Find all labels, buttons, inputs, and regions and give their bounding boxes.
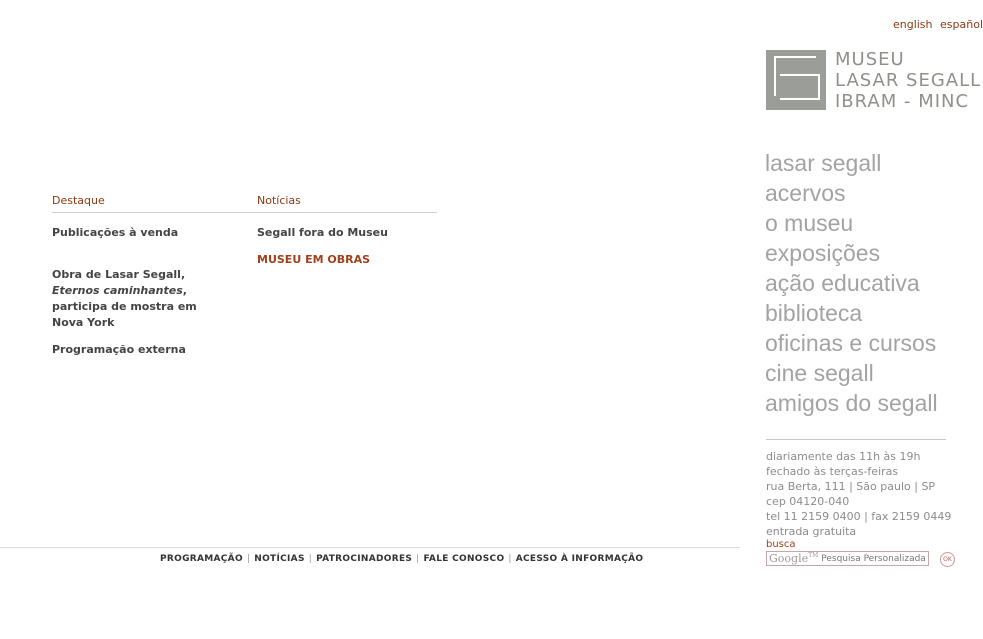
noticias-item-museu-em-obras[interactable]: MUSEU EM OBRAS [257,252,437,268]
noticias-item-segall-fora[interactable]: Segall fora do Museu [257,225,437,241]
info-closed: fechado às terças-feiras [766,465,899,478]
logo-text: MUSEU LASAR SEGALL IBRAM - MINC [835,49,981,112]
language-switcher: english español [889,18,983,31]
nav-item-exposicoes[interactable]: exposições [765,238,938,268]
footer-link-noticias[interactable]: NOTÍCIAS [254,554,304,564]
lang-english-link[interactable]: english [893,18,933,31]
museum-logo[interactable]: MUSEU LASAR SEGALL IBRAM - MINC [766,49,983,112]
info-phone: tel 11 2159 0400 | fax 2159 0449 [766,510,952,523]
search-placeholder: Pesquisa Personalizada [821,553,926,564]
search-label: busca [766,539,796,550]
info-hours: diariamente das 11h às 19h [766,450,921,463]
google-logo: GoogleTM [769,552,819,565]
nav-item-acao-educativa[interactable]: ação educativa [765,268,938,298]
info-cep: cep 04120-040 [766,495,850,508]
logo-mark-icon [766,50,826,110]
footer-link-fale-conosco[interactable]: FALE CONOSCO [424,554,505,564]
nav-item-acervos[interactable]: acervos [765,178,938,208]
footer-divider [0,547,740,548]
nav-item-amigos-do-segall[interactable]: amigos do segall [765,388,938,418]
logo-line-3: IBRAM - MINC [835,91,970,112]
destaque-column: Destaque Publicações à venda Obra de Las… [52,194,257,358]
destaque-item-programacao[interactable]: Programação externa [52,342,257,358]
nav-item-lasar-segall[interactable]: lasar segall [765,148,938,178]
nav-item-o-museu[interactable]: o museu [765,208,938,238]
info-address: rua Berta, 111 | São paulo | SP [766,480,936,493]
search-ok-button[interactable]: OK [940,552,955,567]
main-nav: lasar segall acervos o museu exposições … [765,148,938,418]
destaque-item-publicacoes[interactable]: Publicações à venda [52,225,257,241]
logo-line-2: LASAR SEGALL [835,70,982,91]
footer-nav: PROGRAMAÇÃO | NOTÍCIAS | PATROCINADORES | FALE… [160,554,644,564]
noticias-column: Notícias Segall fora do Museu MUSEU EM O… [257,194,437,268]
footer-link-patrocinadores[interactable]: PATROCINADORES [316,554,412,564]
nav-item-cine-segall[interactable]: cine segall [765,358,938,388]
info-admission: entrada gratuita [766,525,857,538]
noticias-heading: Notícias [257,194,437,213]
destaque-heading: Destaque [52,194,257,213]
footer-link-acesso-informacao[interactable]: ACESSO À INFORMAÇÃO [516,554,644,564]
nav-item-oficinas-e-cursos[interactable]: oficinas e cursos [765,328,938,358]
search-input[interactable]: GoogleTM Pesquisa Personalizada [766,551,929,566]
logo-line-1: MUSEU [835,49,905,70]
footer-link-programacao[interactable]: PROGRAMAÇÃO [160,554,243,564]
destaque-item-eternos[interactable]: Obra de Lasar Segall, Eternos caminhantes… [52,267,222,331]
nav-item-biblioteca[interactable]: biblioteca [765,298,938,328]
visitor-info: diariamente das 11h às 19h fechado às te… [766,439,952,539]
lang-espanol-link[interactable]: español [940,18,983,31]
